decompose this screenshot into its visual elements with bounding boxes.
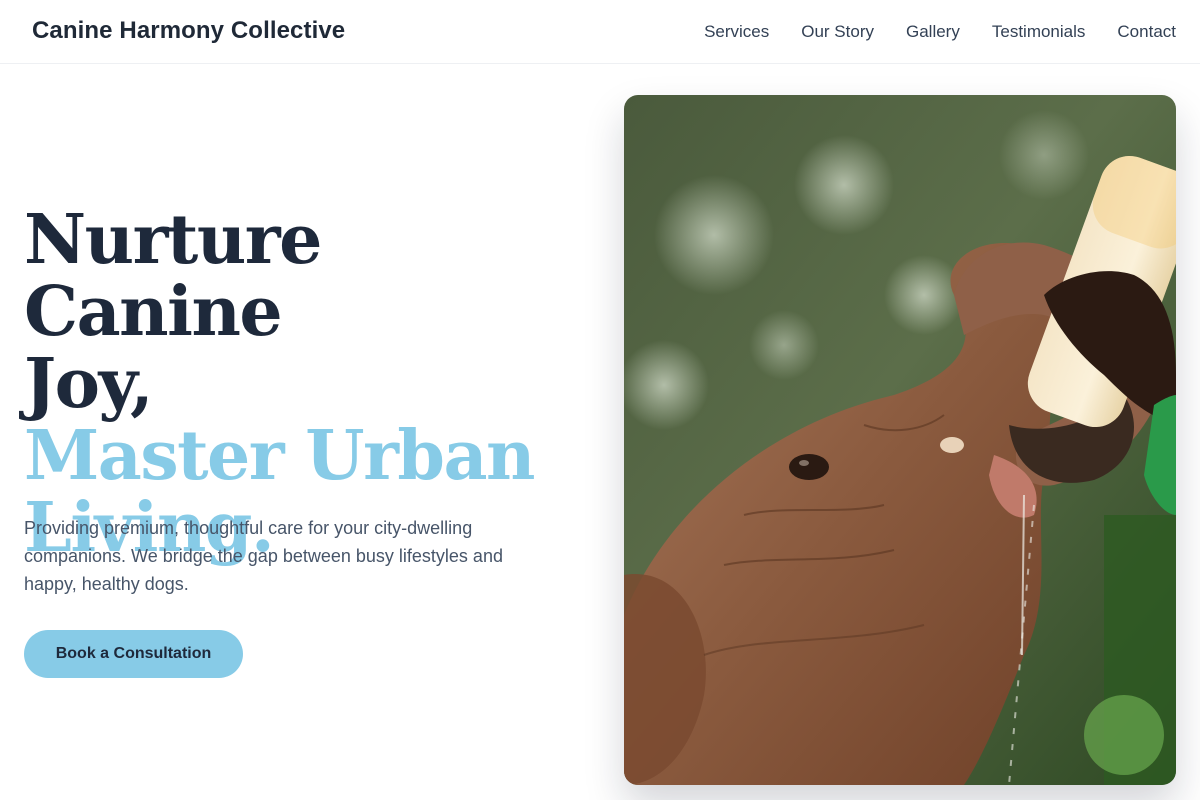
hero-title-line-1: Nurture Canine: [24, 200, 322, 352]
book-consultation-button[interactable]: Book a Consultation: [24, 630, 243, 678]
elephant-photo-illustration: [624, 95, 1176, 785]
hero-title: Nurture Canine Joy, Master Urban Living.: [24, 204, 584, 564]
hero-image: [624, 95, 1176, 785]
main-nav: Services Our Story Gallery Testimonials …: [672, 22, 1176, 42]
brand-logo-text[interactable]: Canine Harmony Collective: [32, 17, 345, 45]
site-header: Canine Harmony Collective Services Our S…: [0, 0, 1200, 64]
nav-link-testimonials[interactable]: Testimonials: [992, 22, 1086, 42]
nav-link-contact[interactable]: Contact: [1117, 22, 1176, 42]
hero-description: Providing premium, thoughtful care for y…: [24, 518, 503, 594]
nav-link-gallery[interactable]: Gallery: [906, 22, 960, 42]
hero-title-line-3: Master Urban: [24, 416, 535, 496]
nav-link-services[interactable]: Services: [704, 22, 769, 42]
nav-link-our-story[interactable]: Our Story: [801, 22, 874, 42]
hero-title-line-2: Joy,: [24, 344, 154, 424]
